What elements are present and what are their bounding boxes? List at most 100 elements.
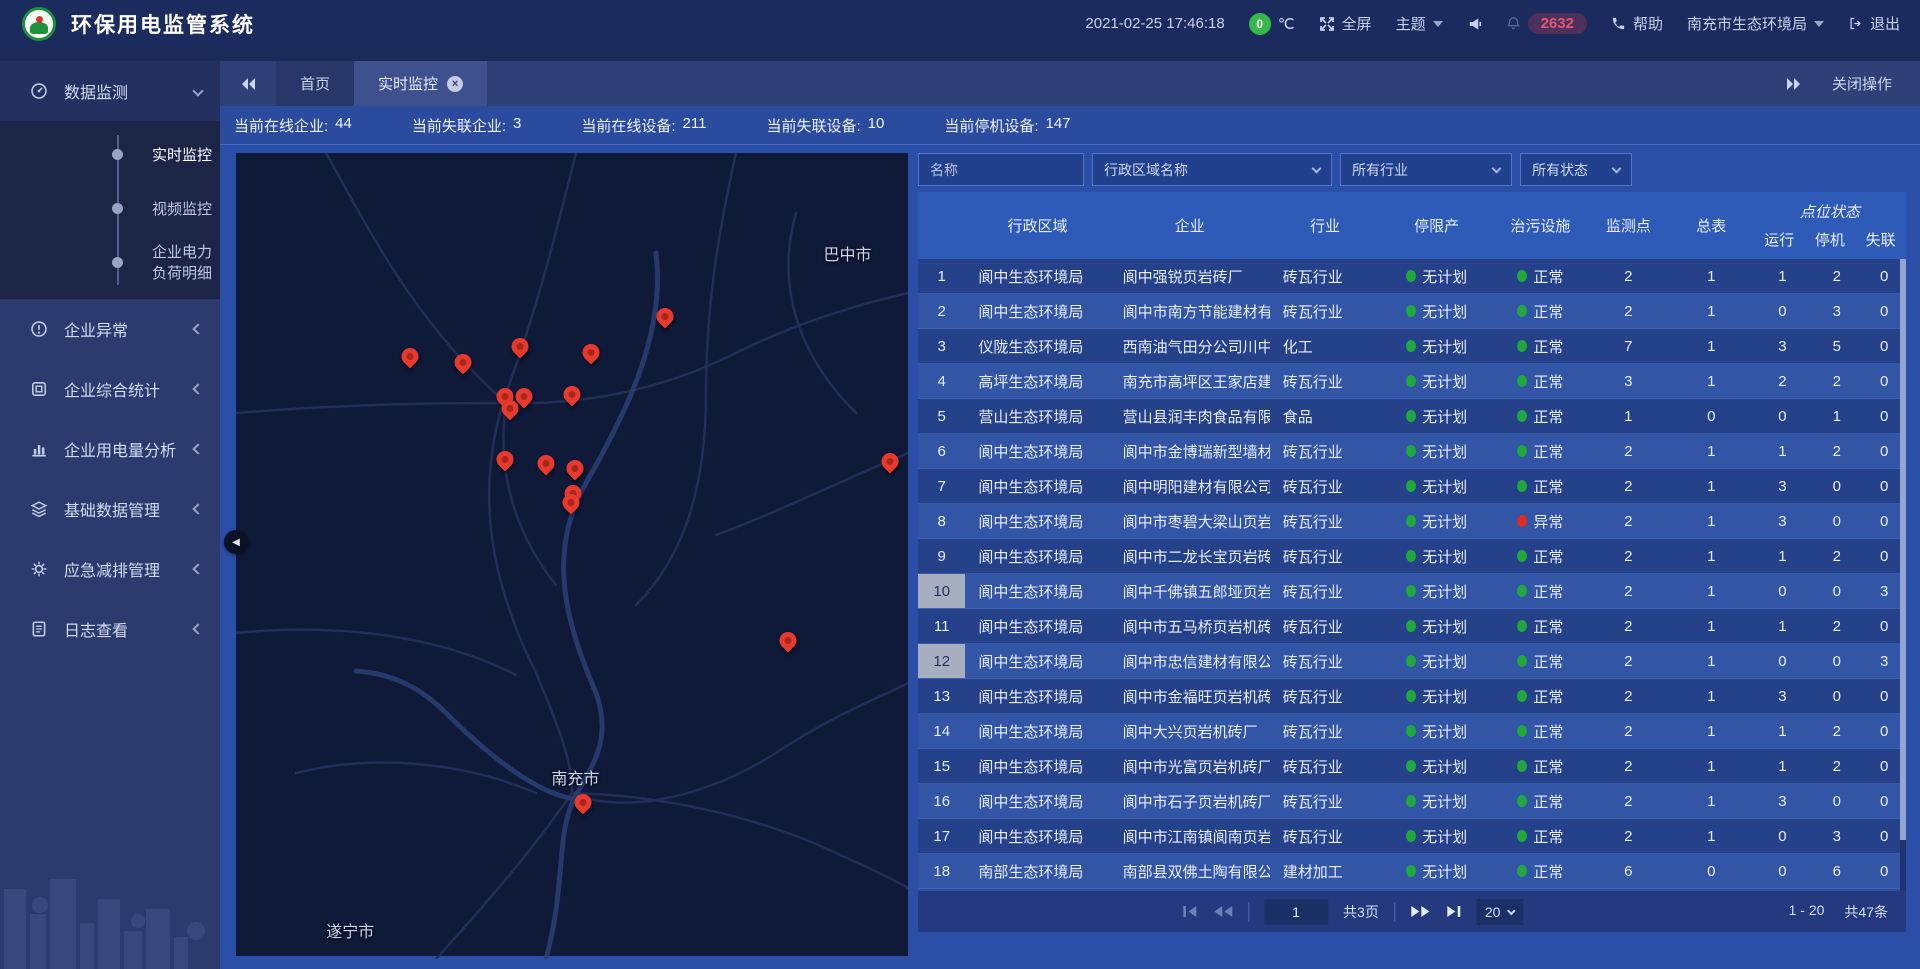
row-number: 8 [918,504,965,538]
table-row[interactable]: 18南部生态环境局南部县双佛土陶有限公建材加工无计划正常60060 [918,854,1906,889]
cell-monitor-count: 2 [1588,618,1669,635]
cell-industry: 建材加工 [1270,861,1381,882]
cell-meter-count: 1 [1669,793,1754,810]
cell-production-status: 无计划 [1380,371,1493,392]
table-row[interactable]: 17阆中生态环境局阆中市江南镇阆南页岩砖瓦行业无计划正常21030 [918,819,1906,854]
cell-stop-count: 2 [1811,548,1862,565]
map-city-label: 巴中市 [824,241,872,265]
status-dot-green-icon [1517,760,1527,772]
notifications[interactable]: 2632 [1506,13,1587,34]
stat-value: 44 [335,115,352,136]
close-operations-button[interactable]: 关闭操作 [1832,73,1892,94]
cell-run-count: 3 [1754,688,1811,705]
cell-meter-count: 1 [1669,303,1754,320]
cell-industry: 砖瓦行业 [1270,546,1381,567]
map[interactable]: 巴中市南充市遂宁市 ◀ [236,153,908,956]
cell-run-count: 1 [1754,723,1811,740]
table-row[interactable]: 16阆中生态环境局阆中市石子页岩机砖厂砖瓦行业无计划正常21300 [918,784,1906,819]
cell-company: 阆中强锐页岩砖厂 [1110,266,1270,287]
sidebar-group-expanded[interactable]: 数据监测 [0,61,220,121]
treatment-status-label: 正常 [1533,861,1563,882]
table-row[interactable]: 11阆中生态环境局阆中市五马桥页岩机砖砖瓦行业无计划正常21120 [918,609,1906,644]
tabs-scroll-right-button[interactable] [1785,77,1802,91]
sidebar-group-item[interactable]: 企业异常 [0,299,220,359]
table-row[interactable]: 13阆中生态环境局阆中市金福旺页岩机砖砖瓦行业无计划正常21300 [918,679,1906,714]
treatment-status-label: 正常 [1533,686,1563,707]
cell-industry: 砖瓦行业 [1270,511,1381,532]
cell-production-status: 无计划 [1380,826,1493,847]
sidebar-item-label: 实时监控 [152,144,212,165]
stats-bar: 当前在线企业:44当前失联企业:3当前在线设备:211当前失联设备:10当前停机… [220,106,1920,145]
region-select[interactable]: 行政区域名称 [1092,153,1332,186]
table-row[interactable]: 2阆中生态环境局阆中市南方节能建材有砖瓦行业无计划正常21030 [918,294,1906,329]
production-status-label: 无计划 [1422,441,1467,462]
cell-treatment-status: 正常 [1493,581,1588,602]
last-page-button[interactable] [1445,905,1461,918]
stat-value: 211 [683,115,707,136]
table-row[interactable]: 7阆中生态环境局阆中明阳建材有限公司砖瓦行业无计划正常21300 [918,469,1906,504]
first-page-button[interactable] [1182,905,1198,918]
next-page-button[interactable] [1410,905,1430,918]
table-row[interactable]: 14阆中生态环境局阆中大兴页岩机砖厂砖瓦行业无计划正常21120 [918,714,1906,749]
org-menu[interactable]: 南充市生态环境局 [1687,13,1824,34]
sidebar-group-item[interactable]: 基础数据管理 [0,479,220,539]
fullscreen-button[interactable]: 全屏 [1319,13,1372,34]
sidebar-item-link[interactable]: 企业电力负荷明细 [0,235,220,289]
sidebar-item-active[interactable]: 实时监控 [0,127,220,181]
table-row[interactable]: 15阆中生态环境局阆中市光富页岩机砖厂砖瓦行业无计划正常21120 [918,749,1906,784]
column-header-point-status-group: 点位状态 运行 停机 失联 [1754,192,1906,259]
tabs-scroll-left-button[interactable] [220,61,276,106]
treatment-status-label: 正常 [1533,406,1563,427]
cell-treatment-status: 正常 [1493,756,1588,777]
treatment-status-label: 异常 [1533,511,1563,532]
help-button[interactable]: 帮助 [1611,13,1663,34]
row-number: 4 [918,364,965,398]
cell-treatment-status: 正常 [1493,266,1588,287]
table-row[interactable]: 8阆中生态环境局阆中市枣碧大梁山页岩砖瓦行业无计划异常21300 [918,504,1906,539]
sidebar-group-item[interactable]: 企业用电量分析 [0,419,220,479]
sidebar-group-item[interactable]: 应急减排管理 [0,539,220,599]
table-row[interactable]: 4高坪生态环境局南充市高坪区王家店建砖瓦行业无计划正常31220 [918,364,1906,399]
table-scrollbar[interactable] [1900,259,1906,891]
top-bar: 环保用电监管系统 2021-02-25 17:46:18 0 ℃ 全屏 主题 [0,0,1920,47]
tab-item[interactable]: 首页 [276,61,354,106]
pagination-range: 1 - 20 [1789,902,1825,922]
table-row[interactable]: 12阆中生态环境局阆中市忠信建材有限公砖瓦行业无计划正常21003 [918,644,1906,679]
cell-company: 阆中市五马桥页岩机砖 [1110,616,1270,637]
previous-page-button[interactable] [1213,905,1233,918]
table-row[interactable]: 5营山生态环境局营山县润丰肉食品有限食品无计划正常10010 [918,399,1906,434]
tab-active[interactable]: 实时监控× [354,61,487,106]
mute-button[interactable] [1467,16,1482,31]
table-row[interactable]: 10阆中生态环境局阆中千佛镇五郎垭页岩砖瓦行业无计划正常21003 [918,574,1906,609]
cell-industry: 砖瓦行业 [1270,651,1381,672]
theme-menu[interactable]: 主题 [1396,13,1443,34]
chevron-down-icon [1814,21,1824,27]
table-row[interactable]: 3仪陇生态环境局西南油气田分公司川中化工无计划正常71350 [918,329,1906,364]
scrollbar-thumb[interactable] [1900,259,1906,840]
cell-run-count: 0 [1754,863,1811,880]
page-size-select[interactable]: 20 [1476,899,1524,925]
table-row[interactable]: 6阆中生态环境局阆中市金博瑞新型墙材砖瓦行业无计划正常21120 [918,434,1906,469]
table-row[interactable]: 1阆中生态环境局阆中强锐页岩砖厂砖瓦行业无计划正常21120 [918,259,1906,294]
cell-monitor-count: 1 [1588,408,1669,425]
row-number: 2 [918,294,965,328]
page-number-input[interactable] [1264,899,1328,925]
sidebar-group-item[interactable]: 企业综合统计 [0,359,220,419]
sidebar-menu: 数据监测实时监控视频监控企业电力负荷明细企业异常企业综合统计企业用电量分析基础数… [0,47,220,659]
column-header-index [918,192,965,259]
sidebar-item-link[interactable]: 视频监控 [0,181,220,235]
cell-run-count: 3 [1754,513,1811,530]
status-dot-green-icon [1406,270,1416,282]
chart-icon [30,440,48,458]
status-dot-green-icon [1406,445,1416,457]
status-select[interactable]: 所有状态 [1520,153,1632,186]
name-search-input[interactable] [918,153,1084,186]
map-roads [236,153,908,959]
logout-button[interactable]: 退出 [1848,13,1900,34]
table-row[interactable]: 9阆中生态环境局阆中市二龙长宝页岩砖砖瓦行业无计划正常21120 [918,539,1906,574]
stat-item: 当前停机设备:147 [944,115,1070,136]
sidebar-group-item[interactable]: 日志查看 [0,599,220,659]
industry-select[interactable]: 所有行业 [1340,153,1512,186]
cell-region: 阆中生态环境局 [965,581,1109,602]
close-tab-icon[interactable]: × [447,76,463,92]
